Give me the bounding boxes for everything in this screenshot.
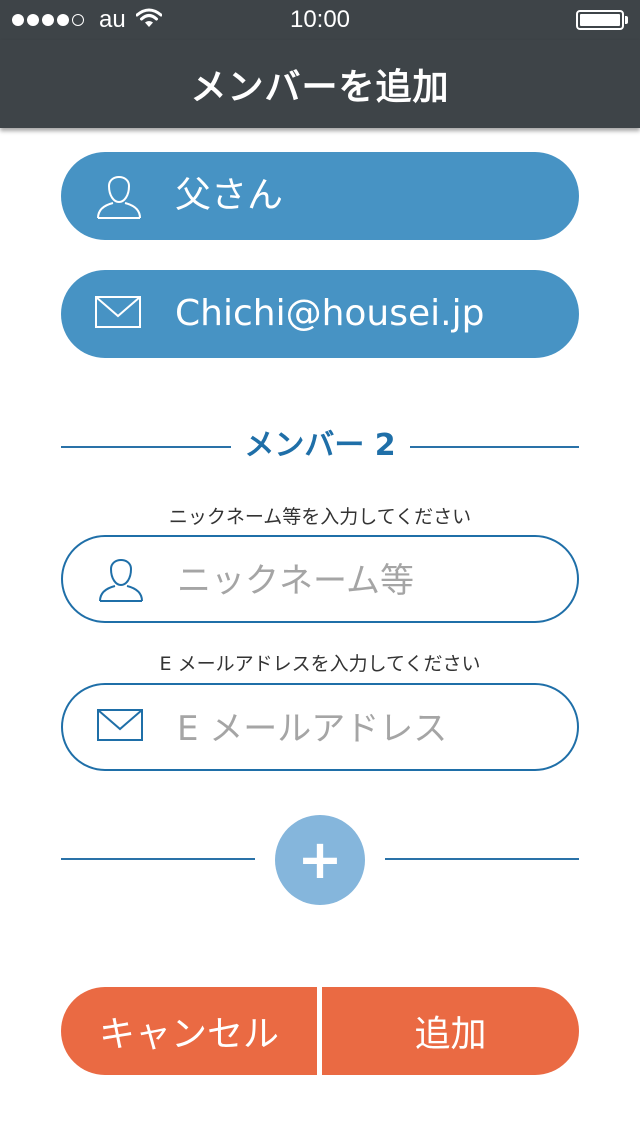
email-input[interactable]: E メールアドレス <box>61 683 579 771</box>
nickname-placeholder: ニックネーム等 <box>177 561 414 601</box>
section-divider-left <box>61 446 231 448</box>
battery-icon <box>576 10 628 30</box>
member1-name-field[interactable]: 父さん <box>61 152 579 240</box>
nav-bar: メンバーを追加 <box>0 40 640 128</box>
status-bar: au 10:00 <box>0 0 640 40</box>
mail-icon <box>95 296 141 332</box>
nickname-hint: ニックネーム等を入力してください <box>168 506 472 528</box>
add-divider-left <box>61 858 255 860</box>
email-placeholder: E メールアドレス <box>177 709 448 749</box>
person-icon <box>95 169 143 223</box>
page-title: メンバーを追加 <box>190 67 450 108</box>
member1-email: Chichi@housei.jp <box>175 293 485 334</box>
member1-email-field[interactable]: Chichi@housei.jp <box>61 270 579 358</box>
add-member-button[interactable]: + <box>275 815 365 905</box>
member2-section-title: メンバー 2 <box>244 428 396 463</box>
nickname-input[interactable]: ニックネーム等 <box>61 535 579 623</box>
add-divider-right <box>385 858 579 860</box>
member1-name: 父さん <box>175 175 284 216</box>
email-hint: E メールアドレスを入力してください <box>159 653 481 675</box>
cancel-button[interactable]: キャンセル <box>61 987 317 1075</box>
status-time: 10:00 <box>289 6 351 33</box>
add-button[interactable]: 追加 <box>322 987 579 1075</box>
section-divider-right <box>410 446 579 448</box>
person-icon <box>97 552 145 606</box>
mail-icon <box>97 709 143 745</box>
plus-icon: + <box>297 828 343 891</box>
